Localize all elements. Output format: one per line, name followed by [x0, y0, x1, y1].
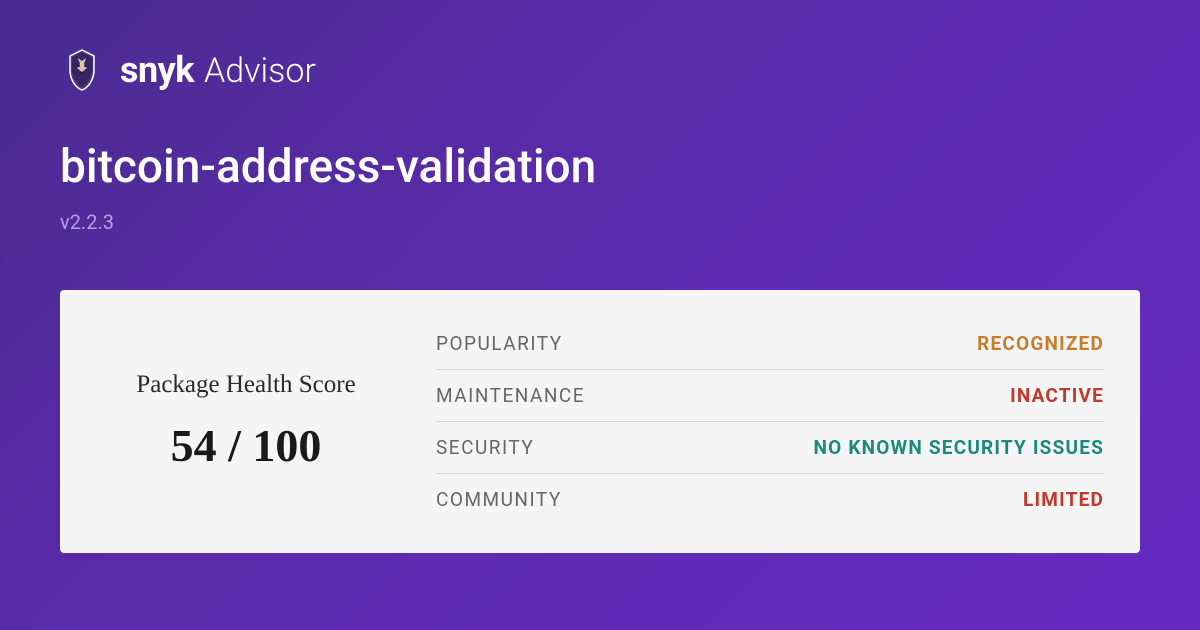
metric-row-popularity: POPULARITY RECOGNIZED [436, 318, 1104, 370]
metric-value: RECOGNIZED [977, 332, 1104, 355]
package-version: v2.2.3 [60, 210, 1140, 234]
metric-value: LIMITED [1023, 488, 1104, 511]
metric-value: INACTIVE [1010, 384, 1104, 407]
metric-value: NO KNOWN SECURITY ISSUES [814, 436, 1104, 459]
score-section: Package Health Score 54 / 100 [96, 318, 396, 525]
header: snyk Advisor [60, 48, 1140, 92]
health-card: Package Health Score 54 / 100 POPULARITY… [60, 290, 1140, 553]
metric-label: SECURITY [436, 436, 534, 459]
metric-label: MAINTENANCE [436, 384, 585, 407]
metrics-list: POPULARITY RECOGNIZED MAINTENANCE INACTI… [436, 318, 1104, 525]
metric-label: COMMUNITY [436, 488, 562, 511]
metric-row-security: SECURITY NO KNOWN SECURITY ISSUES [436, 422, 1104, 474]
metric-row-community: COMMUNITY LIMITED [436, 474, 1104, 525]
metric-label: POPULARITY [436, 332, 563, 355]
brand-name: snyk [120, 49, 194, 91]
package-name: bitcoin-address-validation [60, 140, 1140, 194]
score-value: 54 / 100 [171, 419, 322, 472]
metric-row-maintenance: MAINTENANCE INACTIVE [436, 370, 1104, 422]
snyk-logo-icon [60, 48, 104, 92]
brand-text: snyk Advisor [120, 49, 316, 91]
score-title: Package Health Score [136, 371, 355, 399]
brand-subtitle: Advisor [204, 51, 316, 91]
